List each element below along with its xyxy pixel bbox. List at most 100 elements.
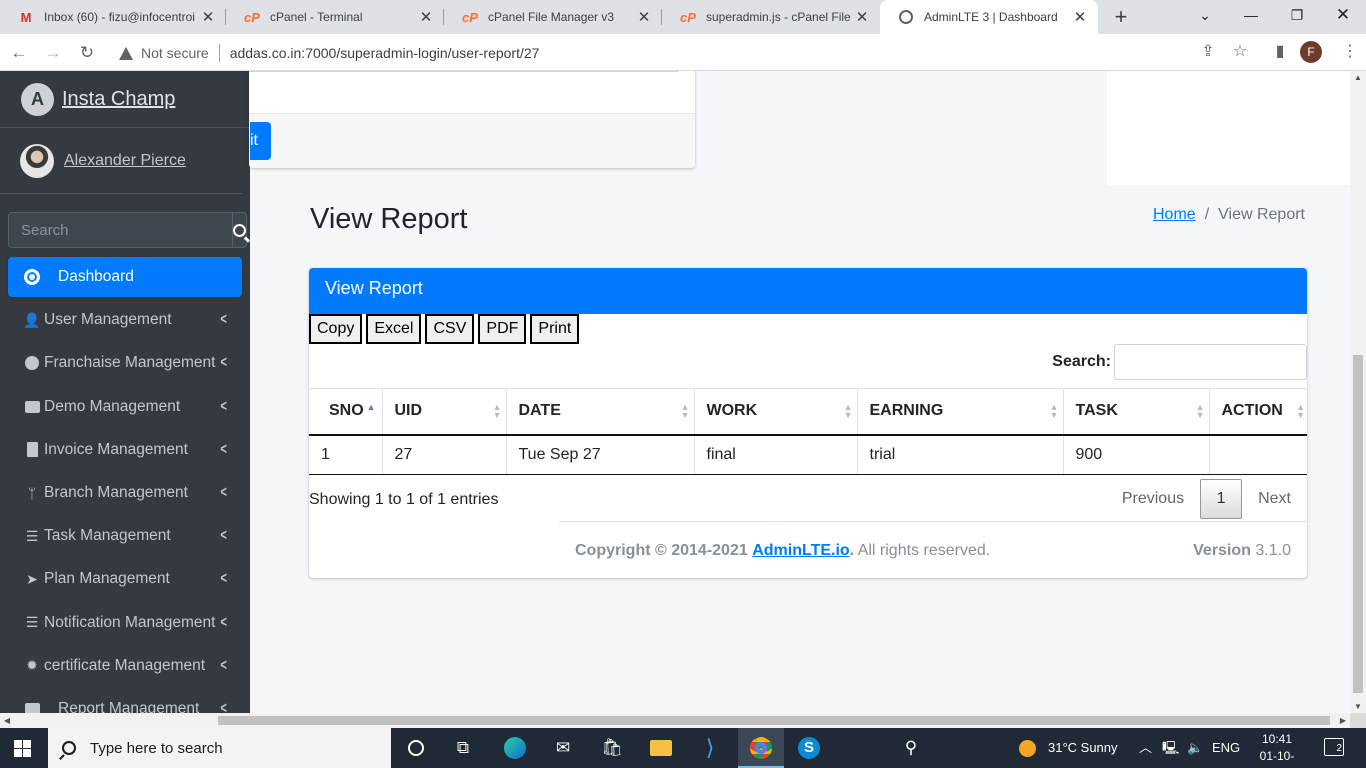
side-panel-icon[interactable]: ▮ [1268, 40, 1292, 64]
back-arrow-icon[interactable]: ← [6, 40, 32, 66]
browser-tab-terminal[interactable]: cP cPanel - Terminal ✕ [226, 0, 444, 34]
excel-button[interactable]: Excel [366, 314, 422, 344]
close-icon[interactable]: ✕ [418, 8, 434, 26]
close-window-button[interactable]: ✕ [1320, 0, 1366, 32]
user-name-link[interactable]: Alexander Pierce [64, 152, 186, 170]
taskbar-search[interactable]: Type here to search [48, 728, 391, 768]
browser-tab-file-manager[interactable]: cP cPanel File Manager v3 ✕ [444, 0, 662, 34]
weather-sun-icon [1019, 740, 1036, 757]
browser-tab-dashboard[interactable]: AdminLTE 3 | Dashboard ✕ [880, 0, 1098, 34]
store-icon[interactable]: 🛍 [599, 736, 625, 760]
scroll-left-icon[interactable]: ◀ [0, 713, 14, 728]
vscode-icon[interactable]: ⟩ [697, 735, 723, 760]
close-icon[interactable]: ✕ [1072, 8, 1088, 26]
scroll-down-icon[interactable]: ▼ [1350, 702, 1366, 711]
scroll-up-icon[interactable]: ▲ [1350, 73, 1366, 82]
kebab-menu-icon[interactable]: ⋮ [1338, 40, 1362, 64]
print-button[interactable]: Print [530, 314, 580, 344]
main-footer: Copyright © 2014-2021 AdminLTE.io. All r… [559, 521, 1307, 578]
sidebar-item-plan-management[interactable]: ➤ Plan Management < [8, 559, 242, 599]
browser-tab-gmail[interactable]: M Inbox (60) - fizu@infocentroi ✕ [0, 0, 226, 34]
column-header-uid[interactable]: UID ▲ ▼ [381, 388, 506, 436]
vertical-scrollbar[interactable]: ▲ ▼ [1350, 71, 1366, 713]
form-input[interactable] [249, 71, 679, 72]
file-explorer-icon[interactable] [648, 736, 674, 760]
sort-icon: ▲ ▼ [1296, 402, 1305, 420]
page-1-button[interactable]: 1 [1200, 479, 1243, 519]
omnibox[interactable]: Not secure addas.co.in:7000/superadmin-l… [108, 38, 1258, 68]
sidebar-item-notification-management[interactable]: ☰ Notification Management < [8, 603, 242, 643]
mail-icon[interactable]: ✉ [550, 736, 576, 760]
brand-text[interactable]: Insta Champ [62, 88, 175, 111]
column-header-task[interactable]: TASK ▲ ▼ [1062, 388, 1209, 436]
previous-page-button[interactable]: Previous [1106, 479, 1200, 519]
weather-text[interactable]: 31°C Sunny [1048, 728, 1118, 768]
column-header-action[interactable]: ACTION ▲ ▼ [1208, 388, 1307, 436]
column-header-sno[interactable]: SNO ▲ [309, 388, 382, 436]
close-icon[interactable]: ✕ [854, 8, 870, 26]
breadcrumb-current: View Report [1218, 206, 1305, 223]
network-icon[interactable]: 🖳 [1162, 728, 1179, 768]
form-card-footer [249, 113, 695, 168]
sidebar-item-franchaise-management[interactable]: Franchaise Management < [8, 343, 242, 383]
sidebar-item-dashboard[interactable]: Dashboard [8, 257, 242, 297]
sidebar-item-branch-management[interactable]: ᛘ Branch Management < [8, 473, 242, 513]
taskbar-clock[interactable]: 10:41 01-10-2022 [1249, 731, 1305, 768]
task-view-icon[interactable]: ⧉ [450, 736, 476, 760]
sidebar-item-task-management[interactable]: ☰ Task Management < [8, 516, 242, 556]
url-text[interactable]: addas.co.in:7000/superadmin-login/user-r… [230, 45, 540, 61]
horizontal-scrollbar[interactable]: ◀ ▶ [0, 713, 1350, 728]
horizontal-scroll-thumb[interactable] [218, 716, 1330, 725]
language-indicator[interactable]: ENG [1212, 728, 1240, 768]
submit-button[interactable]: it [250, 122, 271, 160]
sort-icon: ▲ ▼ [492, 402, 502, 420]
column-header-work[interactable]: WORK ▲ ▼ [693, 388, 857, 436]
vertical-scroll-thumb[interactable] [1353, 355, 1363, 693]
export-buttons: Copy Excel CSV PDF Print [309, 314, 583, 344]
report-table: SNO ▲ UID ▲ ▼ DATE ▲ ▼ WORK ▲ ▼ EARNING ▲ ▼ TASK ▲… [309, 388, 1307, 475]
column-header-date[interactable]: DATE ▲ ▼ [505, 388, 694, 436]
cell-action [1208, 434, 1307, 475]
sidebar-nav: Dashboard 👤 User Management < Franchaise… [8, 257, 242, 728]
sidebar-item-demo-management[interactable]: Demo Management < [8, 387, 242, 427]
tab-search-icon[interactable]: ⌄ [1182, 0, 1228, 32]
scroll-right-icon[interactable]: ▶ [1336, 713, 1350, 728]
reload-icon[interactable]: ↻ [74, 40, 100, 66]
pdf-button[interactable]: PDF [478, 314, 527, 344]
brand-link[interactable]: A Insta Champ [0, 71, 250, 128]
tray-chevron-icon[interactable]: ︿ [1139, 728, 1152, 768]
sidebar-search-input[interactable] [8, 212, 232, 248]
sidebar-item-user-management[interactable]: 👤 User Management < [8, 300, 242, 340]
minimize-button[interactable]: — [1228, 0, 1274, 32]
windows-start-icon[interactable] [14, 740, 31, 757]
people-icon[interactable]: ⚲ [898, 736, 924, 760]
volume-icon[interactable]: 🔈 [1187, 728, 1203, 768]
table-search-input[interactable] [1114, 344, 1307, 380]
close-icon[interactable]: ✕ [636, 8, 652, 26]
copy-button[interactable]: Copy [309, 314, 363, 344]
chevron-left-icon: < [220, 483, 227, 501]
sidebar-search-button[interactable] [232, 212, 247, 248]
chevron-left-icon: < [220, 613, 227, 631]
csv-button[interactable]: CSV [425, 314, 475, 344]
sidebar-item-certificate-management[interactable]: ✹ certificate Management < [8, 646, 242, 686]
browser-tab-superadmin-js[interactable]: cP superadmin.js - cPanel File M ✕ [662, 0, 880, 34]
share-icon[interactable]: ⇪ [1196, 40, 1220, 64]
cell-work: final [693, 434, 857, 475]
restore-button[interactable]: ❐ [1274, 0, 1320, 32]
forward-arrow-icon[interactable]: → [40, 40, 66, 66]
new-tab-button[interactable]: + [1108, 4, 1134, 30]
chrome-icon[interactable] [748, 736, 774, 760]
cortana-icon[interactable] [403, 736, 429, 760]
bookmark-star-icon[interactable]: ☆ [1228, 40, 1252, 64]
sidebar-item-invoice-management[interactable]: Invoice Management < [8, 430, 242, 470]
edge-icon[interactable] [502, 736, 528, 760]
next-page-button[interactable]: Next [1242, 479, 1307, 519]
profile-avatar[interactable]: F [1300, 41, 1322, 63]
breadcrumb-home-link[interactable]: Home [1153, 206, 1196, 224]
notification-center-icon[interactable]: 2 [1324, 738, 1344, 756]
skype-icon[interactable]: S [796, 736, 822, 760]
close-icon[interactable]: ✕ [200, 8, 216, 26]
column-header-earning[interactable]: EARNING ▲ ▼ [856, 388, 1063, 436]
adminlte-link[interactable]: AdminLTE.io [752, 542, 849, 559]
